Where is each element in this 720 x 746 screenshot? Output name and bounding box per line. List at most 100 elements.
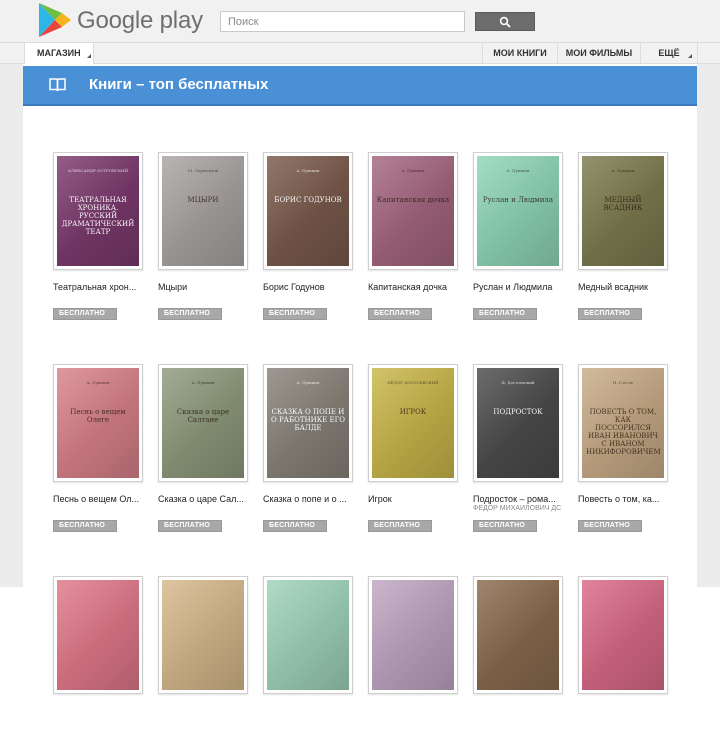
book-title[interactable]: Мцыри bbox=[158, 282, 250, 292]
book-card[interactable]: А. Пушкин СКАЗКА О ПОПЕ И О РАБОТНИКЕ ЕГО… bbox=[263, 364, 363, 534]
cover-title-text: Руслан и Людмила bbox=[482, 196, 554, 204]
free-price-button[interactable]: БЕСПЛАТНО bbox=[473, 520, 537, 532]
cover-title-text: БОРИС ГОДУНОВ bbox=[274, 196, 342, 204]
free-price-button[interactable]: БЕСПЛАТНО bbox=[263, 308, 327, 320]
book-cover-image: А. Пушкин МЕДНЫЙ ВСАДНИК bbox=[582, 156, 664, 266]
book-cover-image: ФЁДОР ДОСТОЕВСКИЙ ИГРОК bbox=[372, 368, 454, 478]
book-card[interactable] bbox=[158, 576, 258, 746]
nav-divider bbox=[697, 43, 698, 63]
book-cover[interactable] bbox=[578, 576, 668, 694]
menu-corner-icon bbox=[688, 54, 692, 58]
cover-title-text: Сказка о царе Салтане bbox=[176, 408, 230, 424]
book-author[interactable]: ФЁДОР МИХАЙЛОВИЧ ДС bbox=[473, 505, 565, 512]
book-title[interactable]: Борис Годунов bbox=[263, 282, 355, 292]
book-cover-image: А. Пушкин Руслан и Людмила bbox=[477, 156, 559, 266]
book-card[interactable]: Ф. Достоевский ПОДРОСТОК Подросток – рома.… bbox=[473, 364, 573, 534]
book-card[interactable]: А. Пушкин Песнь о вещем Олеге Песнь о веще… bbox=[53, 364, 153, 534]
book-card[interactable] bbox=[263, 576, 363, 746]
book-cover-image: Н. Гоголь ПОВЕСТЬ О ТОМ, КАК ПОССОРИЛСЯ И… bbox=[582, 368, 664, 478]
free-price-button[interactable]: БЕСПЛАТНО bbox=[158, 520, 222, 532]
cover-author-text: Ф. Достоевский bbox=[501, 380, 535, 385]
book-cover[interactable]: А. Пушкин СКАЗКА О ПОПЕ И О РАБОТНИКЕ ЕГО… bbox=[263, 364, 353, 482]
book-title[interactable]: Театральная хрон... bbox=[53, 282, 145, 292]
book-title[interactable]: Подросток – рома... bbox=[473, 494, 565, 504]
cover-title-text: ПОДРОСТОК bbox=[493, 408, 543, 416]
cover-title-text: ИГРОК bbox=[399, 408, 427, 416]
nav-store-label: МАГАЗИН bbox=[37, 48, 81, 58]
book-title[interactable]: Руслан и Людмила bbox=[473, 282, 565, 292]
book-card[interactable]: ФЁДОР ДОСТОЕВСКИЙ ИГРОК Игрок БЕСПЛАТНО bbox=[368, 364, 468, 534]
free-price-button[interactable]: БЕСПЛАТНО bbox=[158, 308, 222, 320]
book-cover-image: А. Пушкин Песнь о вещем Олеге bbox=[57, 368, 139, 478]
cover-title-text: ТЕАТРАЛЬНАЯ ХРОНИКА. РУССКИЙ ДРАМАТИЧЕСК… bbox=[61, 196, 135, 236]
top-nav: МАГАЗИН МОИ КНИГИ МОИ ФИЛЬМЫ ЕЩЁ bbox=[0, 42, 720, 64]
cover-title-text: МЦЫРИ bbox=[187, 196, 219, 204]
search-input[interactable] bbox=[220, 11, 465, 32]
book-card[interactable]: М. Лермонтов МЦЫРИ Мцыри БЕСПЛАТНО bbox=[158, 152, 258, 322]
book-card[interactable]: А. Пушкин Сказка о царе Салтане Сказка о ц… bbox=[158, 364, 258, 534]
book-cover[interactable]: АЛЕКСАНДР ОСТРОВСКИЙ ТЕАТРАЛЬНАЯ ХРОНИКА.… bbox=[53, 152, 143, 270]
book-card[interactable]: А. Пушкин БОРИС ГОДУНОВ Борис Годунов БЕСПЛ… bbox=[263, 152, 363, 322]
book-cover[interactable]: А. Пушкин Руслан и Людмила bbox=[473, 152, 563, 270]
free-price-button[interactable]: БЕСПЛАТНО bbox=[263, 520, 327, 532]
search-button[interactable] bbox=[475, 12, 535, 31]
cover-author-text: Н. Гоголь bbox=[612, 380, 634, 385]
main-content: Книги – топ бесплатных АЛЕКСАНДР ОСТРОВС… bbox=[0, 64, 720, 694]
book-cover[interactable] bbox=[368, 576, 458, 694]
books-panel: Книги – топ бесплатных АЛЕКСАНДР ОСТРОВС… bbox=[23, 64, 697, 694]
book-title[interactable]: Сказка о попе и о ... bbox=[263, 494, 355, 504]
header: Google play bbox=[0, 0, 720, 42]
nav-more[interactable]: ЕЩЁ bbox=[641, 43, 697, 63]
book-cover[interactable]: А. Пушкин Сказка о царе Салтане bbox=[158, 364, 248, 482]
free-price-button[interactable]: БЕСПЛАТНО bbox=[368, 308, 432, 320]
free-price-button[interactable]: БЕСПЛАТНО bbox=[578, 520, 642, 532]
book-card[interactable]: Н. Гоголь ПОВЕСТЬ О ТОМ, КАК ПОССОРИЛСЯ И… bbox=[578, 364, 678, 534]
search-icon bbox=[499, 16, 511, 28]
book-cover[interactable]: А. Пушкин МЕДНЫЙ ВСАДНИК bbox=[578, 152, 668, 270]
free-price-button[interactable]: БЕСПЛАТНО bbox=[473, 308, 537, 320]
book-cover[interactable]: М. Лермонтов МЦЫРИ bbox=[158, 152, 248, 270]
book-card[interactable]: А. Пушкин Руслан и Людмила Руслан и Людмил… bbox=[473, 152, 573, 322]
book-card[interactable] bbox=[473, 576, 573, 746]
book-cover[interactable]: Н. Гоголь ПОВЕСТЬ О ТОМ, КАК ПОССОРИЛСЯ И… bbox=[578, 364, 668, 482]
section-title: Книги – топ бесплатных bbox=[89, 76, 269, 93]
book-card[interactable] bbox=[368, 576, 468, 746]
book-card[interactable] bbox=[53, 576, 153, 746]
free-price-button[interactable]: БЕСПЛАТНО bbox=[368, 520, 432, 532]
book-cover[interactable] bbox=[473, 576, 563, 694]
nav-my-books[interactable]: МОИ КНИГИ bbox=[483, 43, 557, 63]
book-cover[interactable] bbox=[263, 576, 353, 694]
book-cover[interactable]: Ф. Достоевский ПОДРОСТОК bbox=[473, 364, 563, 482]
play-triangle-icon bbox=[39, 3, 71, 37]
free-price-button[interactable]: БЕСПЛАТНО bbox=[53, 520, 117, 532]
free-price-button[interactable]: БЕСПЛАТНО bbox=[578, 308, 642, 320]
book-card[interactable]: АЛЕКСАНДР ОСТРОВСКИЙ ТЕАТРАЛЬНАЯ ХРОНИКА.… bbox=[53, 152, 153, 322]
book-card[interactable] bbox=[578, 576, 678, 746]
book-cover[interactable]: ФЁДОР ДОСТОЕВСКИЙ ИГРОК bbox=[368, 364, 458, 482]
book-card[interactable]: А. Пушкин МЕДНЫЙ ВСАДНИК Медный всадник БЕС… bbox=[578, 152, 678, 322]
book-card[interactable]: А. Пушкин Капитанская дочка Капитанская до… bbox=[368, 152, 468, 322]
nav-my-movies[interactable]: МОИ ФИЛЬМЫ bbox=[558, 43, 640, 63]
nav-my-books-label: МОИ КНИГИ bbox=[493, 48, 547, 58]
book-title[interactable]: Игрок bbox=[368, 494, 460, 504]
cover-author-text: ФЁДОР ДОСТОЕВСКИЙ bbox=[387, 380, 439, 385]
logo-text: Google play bbox=[77, 7, 203, 34]
nav-store[interactable]: МАГАЗИН bbox=[24, 43, 94, 64]
book-title[interactable]: Капитанская дочка bbox=[368, 282, 460, 292]
open-book-icon bbox=[49, 78, 66, 92]
free-price-button[interactable]: БЕСПЛАТНО bbox=[53, 308, 117, 320]
book-title[interactable]: Повесть о том, ка... bbox=[578, 494, 670, 504]
google-play-logo[interactable]: Google play bbox=[38, 2, 203, 38]
book-cover[interactable] bbox=[158, 576, 248, 694]
book-cover-image bbox=[372, 580, 454, 690]
cover-author-text: А. Пушкин bbox=[296, 168, 320, 173]
book-cover[interactable]: А. Пушкин Песнь о вещем Олеге bbox=[53, 364, 143, 482]
book-title[interactable]: Сказка о царе Сал... bbox=[158, 494, 250, 504]
book-cover[interactable]: А. Пушкин Капитанская дочка bbox=[368, 152, 458, 270]
book-cover[interactable] bbox=[53, 576, 143, 694]
book-title[interactable]: Медный всадник bbox=[578, 282, 670, 292]
book-title[interactable]: Песнь о вещем Ол... bbox=[53, 494, 145, 504]
cover-title-text: Песнь о вещем Олеге bbox=[70, 408, 126, 424]
book-cover[interactable]: А. Пушкин БОРИС ГОДУНОВ bbox=[263, 152, 353, 270]
cover-author-text: А. Пушкин bbox=[611, 168, 635, 173]
